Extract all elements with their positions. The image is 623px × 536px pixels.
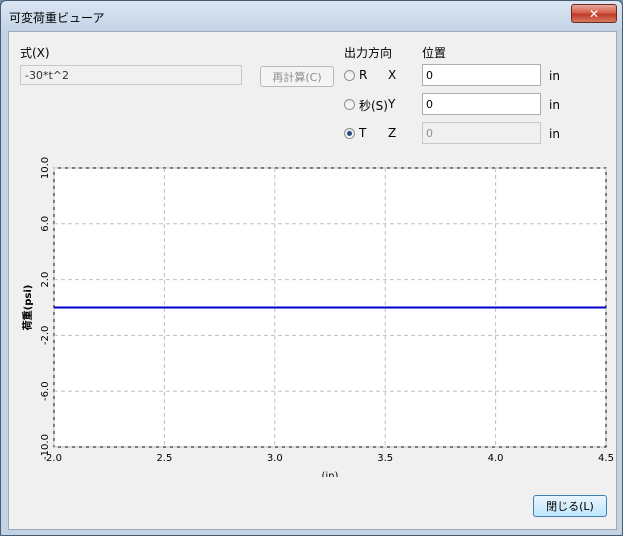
formula-field: -30*t^2 [20,65,242,85]
x-tick-label: 2.5 [156,453,172,464]
y-tick-label: 10.0 [40,157,51,179]
position-z-input [422,122,541,144]
formula-label: 式(X) [20,46,50,60]
position-y-unit: in [549,98,560,112]
close-button[interactable]: 閉じる(L) [533,495,607,517]
dialog-content: 式(X) -30*t^2 再計算(C) 出力方向 R 秒(S) T 位置 X i… [8,31,617,530]
load-chart: 2.0 2.5 3.0 3.5 4.0 4.510.06.02.0-2.0-6.0-10.… [21,157,614,477]
axis-z-label: Z [388,126,397,140]
title-bar[interactable]: 可変荷重ビューア ✕ [1,1,622,31]
x-tick-label: 4.0 [488,453,504,464]
x-tick-label: 3.0 [267,453,283,464]
close-icon: ✕ [588,6,600,21]
x-axis-label: (in) [322,471,339,477]
position-z-unit: in [549,127,560,141]
window-title: 可変荷重ビューア [9,11,105,25]
y-tick-label: 2.0 [40,272,51,288]
radio-r-label: R [359,68,368,82]
radio-r[interactable] [344,70,355,81]
axis-x-label: X [388,68,397,82]
y-axis-label: 荷重(psi) [21,285,34,332]
x-tick-label: 3.5 [377,453,393,464]
y-tick-label: -6.0 [40,381,51,401]
window-close-button[interactable]: ✕ [571,4,617,23]
y-tick-label: -2.0 [40,326,51,346]
dialog-window: 可変荷重ビューア ✕ 式(X) -30*t^2 再計算(C) 出力方向 R 秒(… [0,0,623,536]
radio-s[interactable] [344,99,355,110]
y-tick-label: 6.0 [40,216,51,232]
position-x-input[interactable] [422,64,541,86]
position-y-input[interactable] [422,93,541,115]
position-label: 位置 [422,46,447,60]
x-tick-label: 4.5 [598,453,614,464]
axis-y-label: Y [388,97,396,111]
position-x-unit: in [549,69,560,83]
recalculate-button[interactable]: 再計算(C) [260,66,334,87]
radio-s-label: 秒(S) [359,99,388,113]
radio-t-label: T [359,126,367,140]
output-direction-label: 出力方向 [344,46,393,60]
y-tick-label: -10.0 [40,434,51,460]
radio-t[interactable] [344,128,355,139]
